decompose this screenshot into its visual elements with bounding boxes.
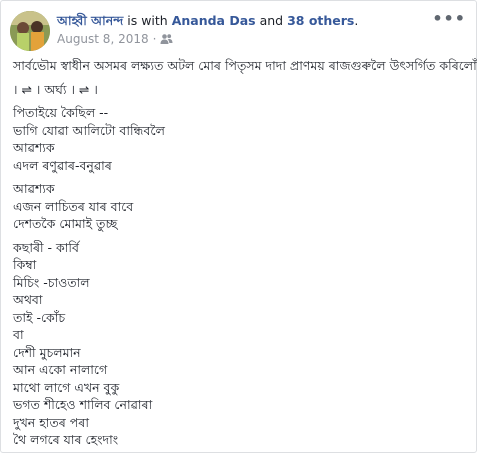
post-line: দেশতকৈ মোমাই তুচ্ছ xyxy=(13,216,118,231)
post-body: সাৰ্বভৌম স্বাধীন অসমৰ লক্ষ্যত অটল মোৰ পি… xyxy=(13,57,477,449)
post-line: এজন লাচিতৰ যাৰ বাবে xyxy=(13,198,134,214)
with-text: is with xyxy=(123,13,172,28)
post-line: বা xyxy=(13,327,24,342)
and-text: and xyxy=(255,13,288,28)
more-options-icon[interactable]: ••• xyxy=(432,9,466,28)
post-header: আহ্বী আনন্দ is with Ananda Das and 38 ot… xyxy=(57,13,447,29)
post-date[interactable]: August 8, 2018 xyxy=(57,32,149,46)
post-line: তাই -কোঁচ xyxy=(13,309,66,325)
tagged-others-link[interactable]: 38 others xyxy=(287,13,354,28)
header-period: . xyxy=(354,13,359,28)
post-line: পিতাইয়ে কৈছিল -- xyxy=(13,105,109,120)
avatar[interactable] xyxy=(10,11,50,51)
post-meta: August 8, 2018 · xyxy=(57,32,173,46)
tagged-person-link[interactable]: Ananda Das xyxy=(172,13,256,28)
post-line: অথবা xyxy=(13,292,43,307)
post-line: সাৰ্বভৌম স্বাধীন অসমৰ লক্ষ্যত অটল মোৰ পি… xyxy=(13,58,477,73)
post-line: থৈ লগৰে যাৰ হেংদাং xyxy=(13,432,119,447)
post-line: মিচিং -চাওতাল xyxy=(13,274,90,290)
post-line: ভাগি যোৱা আলিটো বান্ধিবলৈ xyxy=(13,122,165,138)
post-line: দেশী মুচলমান xyxy=(13,344,81,360)
post-line: ভগত শীহেও শালিব নোৱাৰা xyxy=(13,397,153,412)
post-line: আৱশ্যক xyxy=(13,140,55,155)
author-name[interactable]: আহ্বী আনন্দ xyxy=(57,13,123,28)
post-line: আৱশ্যক xyxy=(13,181,55,196)
friends-icon[interactable] xyxy=(160,33,173,45)
post-line: কছাৰী - কাৰ্বি xyxy=(13,239,79,255)
post-line: আন একো নালাগে xyxy=(13,362,108,377)
meta-separator: · xyxy=(152,32,157,46)
post-card: আহ্বী আনন্দ is with Ananda Das and 38 ot… xyxy=(0,0,477,453)
post-line: মাথো লাগে এখন বুকু xyxy=(13,379,120,395)
post-line: এদল ৰণুৱাৰ-বনুৱাৰ xyxy=(13,157,112,173)
avatar-image xyxy=(10,11,50,51)
post-line: দুখন হাতৰ পৰা xyxy=(13,414,89,430)
post-line: । ⇌ । অৰ্ঘ্য । ⇌ । xyxy=(13,81,98,97)
post-line: কিম্বা xyxy=(13,257,37,272)
